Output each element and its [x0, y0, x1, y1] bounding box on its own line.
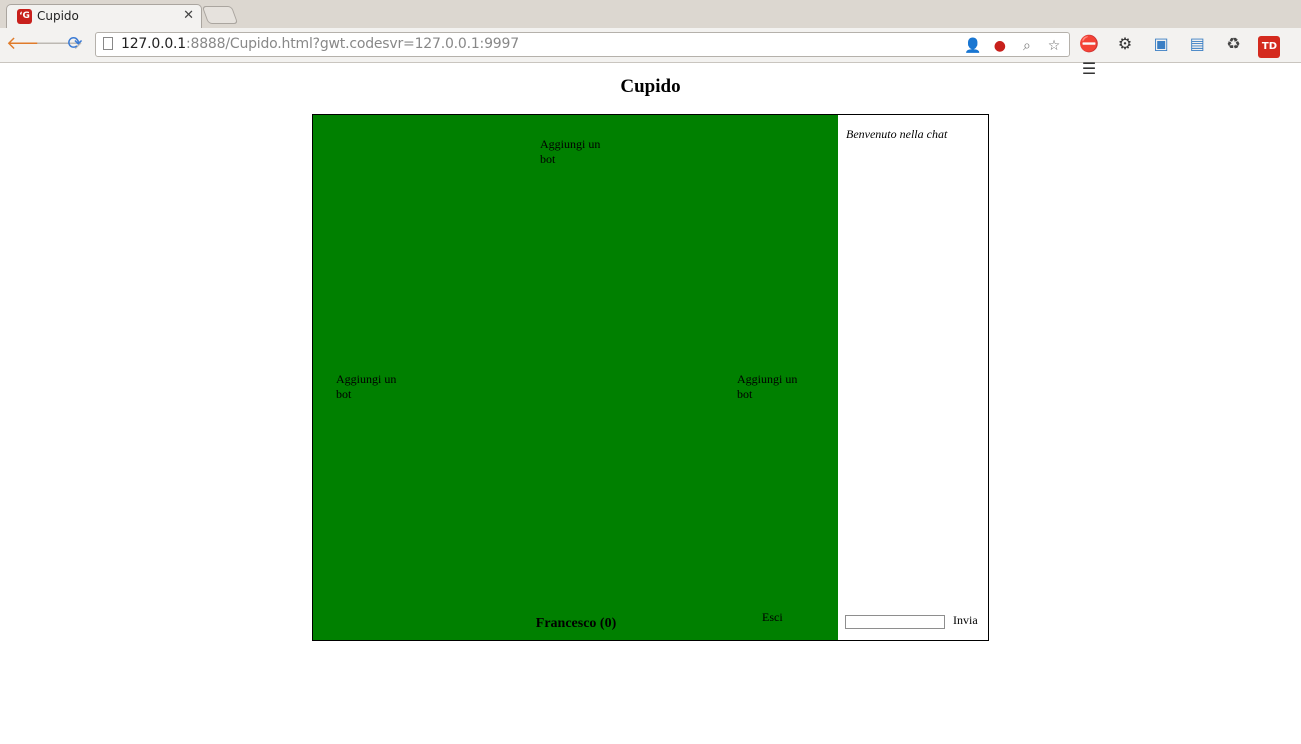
add-bot-right-button[interactable]: Aggiungi un bot — [737, 372, 807, 402]
forward-arrow-icon[interactable]: 🡒 — [35, 33, 83, 55]
address-bar[interactable]: 127.0.0.1:8888/Cupido.html?gwt.codesvr=1… — [95, 32, 1070, 57]
send-button[interactable]: Invia — [953, 613, 978, 628]
browser-tab[interactable]: ʻG Cupido ✕ — [6, 4, 202, 28]
player-name: Francesco (0) — [535, 616, 617, 631]
folder-extension-icon[interactable]: ▤ — [1186, 33, 1208, 55]
cupido-favicon-icon: ʻG — [17, 9, 32, 24]
add-bot-top-button[interactable]: Aggiungi un bot — [540, 137, 610, 167]
browser-tab-strip: ʻG Cupido ✕ — [0, 0, 1301, 29]
game-frame: Aggiungi un bot Aggiungi un bot Aggiungi… — [312, 114, 989, 641]
cupido-extension-icon[interactable]: ● — [991, 37, 1009, 55]
td-extension-icon[interactable]: TD — [1258, 36, 1281, 58]
gear-icon[interactable]: ⚙ — [1114, 33, 1136, 55]
recycle-icon[interactable]: ♻ — [1222, 33, 1244, 55]
url-text[interactable]: 127.0.0.1:8888/Cupido.html?gwt.codesvr=1… — [121, 36, 519, 52]
card-table: Aggiungi un bot Aggiungi un bot Aggiungi… — [313, 115, 838, 640]
chat-input[interactable] — [845, 615, 945, 629]
back-arrow-icon[interactable]: 🡐 — [6, 33, 54, 55]
close-icon[interactable]: ✕ — [183, 8, 194, 23]
new-tab-button[interactable] — [201, 6, 239, 24]
add-bot-left-button[interactable]: Aggiungi un bot — [336, 372, 406, 402]
search-icon[interactable]: ⌕ — [1018, 37, 1036, 55]
page-title: Cupido — [620, 76, 681, 97]
reload-icon[interactable]: ⟳ — [63, 33, 87, 55]
stop-extension-icon[interactable]: ⛔ — [1078, 33, 1100, 55]
tab-title: Cupido — [37, 9, 79, 23]
exit-button[interactable]: Esci — [762, 610, 783, 625]
star-icon[interactable]: ☆ — [1045, 37, 1063, 55]
browser-toolbar: 🡐 🡒 ⟳ 127.0.0.1:8888/Cupido.html?gwt.cod… — [0, 28, 1301, 78]
window-extension-icon[interactable]: ▣ — [1150, 33, 1172, 55]
chat-panel: Benvenuto nella chat Invia — [838, 115, 988, 640]
user-extension-icon[interactable]: 👤 — [964, 37, 982, 55]
chat-welcome-message: Benvenuto nella chat — [846, 127, 948, 141]
page-icon — [103, 37, 113, 50]
